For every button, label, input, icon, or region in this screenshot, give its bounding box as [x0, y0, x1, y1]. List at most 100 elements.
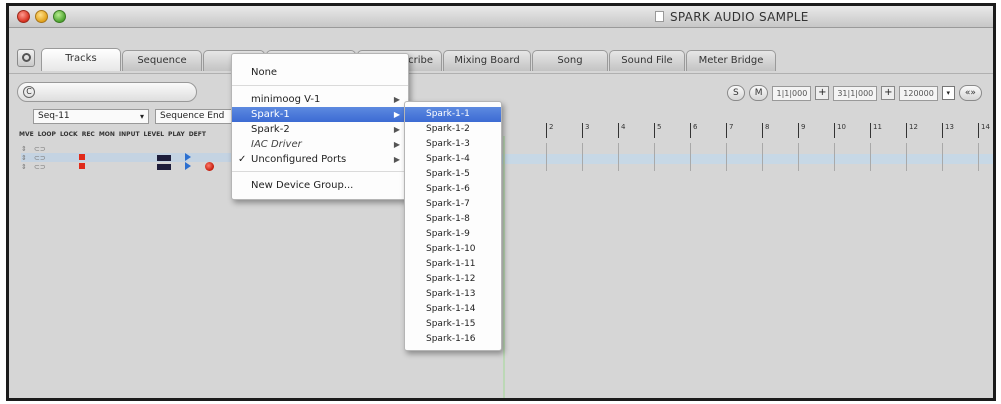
- menu-item-spark-1[interactable]: Spark-1 ▶: [232, 107, 408, 122]
- bar-gridline: [654, 143, 655, 171]
- end-time-field[interactable]: 31|1|000: [833, 85, 878, 101]
- ruler-tick: 10: [834, 123, 846, 138]
- track-lane[interactable]: [499, 164, 993, 174]
- menu-item-label: IAC Driver: [251, 139, 302, 150]
- start-time-field[interactable]: 1|1|000: [772, 85, 812, 101]
- track-row[interactable]: ⇕ ⊂⊃: [21, 144, 241, 153]
- bar-gridline: [906, 143, 907, 171]
- loop-icon[interactable]: ⊂⊃: [34, 163, 46, 171]
- minimize-window-icon[interactable]: [35, 10, 48, 23]
- menu-item-none[interactable]: None: [232, 65, 408, 80]
- submenu-item[interactable]: Spark-1-8: [405, 212, 501, 227]
- bar-gridline: [870, 143, 871, 171]
- track-search-field[interactable]: C: [17, 82, 197, 102]
- sync-button[interactable]: M: [748, 85, 769, 101]
- ruler-tick: 6: [690, 123, 697, 138]
- track-lane[interactable]: [499, 154, 993, 164]
- track-lane[interactable]: [499, 144, 993, 154]
- tempo-dropdown-icon[interactable]: ▾: [941, 86, 955, 100]
- record-enable-icon[interactable]: [79, 163, 85, 169]
- submenu-item[interactable]: Spark-1-9: [405, 227, 501, 242]
- submenu-item[interactable]: Spark-1-12: [405, 272, 501, 287]
- submenu-item[interactable]: Spark-1-15: [405, 317, 501, 332]
- tab-sequence[interactable]: Sequence: [122, 50, 202, 71]
- close-window-icon[interactable]: [17, 10, 30, 23]
- move-handle-icon[interactable]: ⇕: [21, 163, 27, 171]
- track-row[interactable]: ⇕ ⊂⊃: [21, 162, 241, 171]
- toolbar: C S M 1|1|000 + 31|1|000 + 120000 ▾ «»: [9, 73, 993, 102]
- document-icon: [655, 11, 664, 22]
- menu-item-iac-driver[interactable]: IAC Driver ▶: [232, 137, 408, 152]
- submenu-item[interactable]: Spark-1-6: [405, 182, 501, 197]
- solo-button[interactable]: S: [727, 85, 745, 101]
- screenshot-frame: SPARK AUDIO SAMPLE Tracks Sequence E Scr…: [6, 3, 996, 401]
- bar-gridline: [582, 143, 583, 171]
- menu-item-label: Spark-2: [251, 124, 290, 135]
- menu-item-spark-2[interactable]: Spark-2 ▶: [232, 122, 408, 137]
- tab-mixing-board[interactable]: Mixing Board: [443, 50, 531, 71]
- end-time-arrow-icon[interactable]: +: [881, 86, 896, 100]
- submenu-item[interactable]: Spark-1-14: [405, 302, 501, 317]
- menu-separator: [232, 85, 408, 86]
- ruler-tick: 11: [870, 123, 882, 138]
- view-options-button[interactable]: «»: [958, 85, 982, 101]
- submenu-item[interactable]: Spark-1-3: [405, 137, 501, 152]
- ruler-tick: 12: [906, 123, 918, 138]
- checkmark-icon: ✓: [238, 154, 247, 165]
- tab-sound-file[interactable]: Sound File: [609, 50, 685, 71]
- ruler-tick: 14: [978, 123, 990, 138]
- loop-icon[interactable]: ⊂⊃: [34, 145, 46, 153]
- menu-item-label: Spark-1: [251, 109, 290, 120]
- submenu-item[interactable]: Spark-1-16: [405, 332, 501, 347]
- submenu-item[interactable]: Spark-1-2: [405, 122, 501, 137]
- tab-tracks[interactable]: Tracks: [41, 48, 121, 71]
- tab-song[interactable]: Song: [532, 50, 608, 71]
- record-enable-icon[interactable]: [79, 154, 85, 160]
- device-menu: None minimoog V-1 ▶ Spark-1 ▶ Spark-2 ▶ …: [231, 53, 409, 200]
- loop-icon[interactable]: ⊂⊃: [34, 154, 46, 162]
- menu-item-label: minimoog V-1: [251, 94, 321, 105]
- bar-gridline: [834, 143, 835, 171]
- play-icon[interactable]: [185, 153, 191, 161]
- submenu-item[interactable]: Spark-1-13: [405, 287, 501, 302]
- ruler-tick: 7: [726, 123, 733, 138]
- tempo-field[interactable]: 120000: [899, 85, 938, 101]
- start-time-arrow-icon[interactable]: +: [815, 86, 830, 100]
- submenu-arrow-icon: ▶: [393, 125, 400, 134]
- bar-gridline: [618, 143, 619, 171]
- column-header: LEVEL: [143, 131, 165, 138]
- menu-item-minimoog[interactable]: minimoog V-1 ▶: [232, 92, 408, 107]
- column-header: LOOP: [37, 131, 56, 138]
- menu-item-label: New Device Group...: [251, 180, 354, 191]
- submenu-item[interactable]: Spark-1-5: [405, 167, 501, 182]
- bar-gridline: [762, 143, 763, 171]
- move-handle-icon[interactable]: ⇕: [21, 154, 27, 162]
- sequence-end-button[interactable]: Sequence End: [155, 109, 235, 124]
- bar-gridline: [798, 143, 799, 171]
- tab-meter-bridge[interactable]: Meter Bridge: [686, 50, 776, 71]
- submenu-item[interactable]: Spark-1-11: [405, 257, 501, 272]
- level-meter: [157, 155, 171, 161]
- bar-gridline: [546, 143, 547, 171]
- level-meter: [157, 164, 171, 170]
- track-row[interactable]: ⇕ ⊂⊃: [21, 153, 241, 162]
- timeline[interactable]: 2 3 4 5 6 7 8 9 10 11 12 13 14: [499, 118, 993, 398]
- column-header: MVE: [19, 131, 34, 138]
- bar-gridline: [690, 143, 691, 171]
- submenu-item[interactable]: Spark-1-1: [405, 107, 501, 122]
- record-icon[interactable]: [205, 162, 214, 171]
- menu-item-new-device-group[interactable]: New Device Group...: [232, 178, 408, 193]
- submenu-item[interactable]: Spark-1-7: [405, 197, 501, 212]
- move-handle-icon[interactable]: ⇕: [21, 145, 27, 153]
- playhead-line: [503, 136, 505, 398]
- zoom-window-icon[interactable]: [53, 10, 66, 23]
- submenu-item[interactable]: Spark-1-4: [405, 152, 501, 167]
- sequence-selector[interactable]: Seq-11 ▾: [33, 109, 149, 124]
- track-column-headers: MVE LOOP LOCK REC MON INPUT LEVEL PLAY D…: [19, 131, 206, 141]
- play-icon[interactable]: [185, 162, 191, 170]
- bar-ruler[interactable]: 2 3 4 5 6 7 8 9 10 11 12 13 14: [499, 118, 993, 143]
- bar-gridline: [978, 143, 979, 171]
- window-options-button[interactable]: [17, 49, 35, 67]
- menu-item-unconfigured-ports[interactable]: ✓ Unconfigured Ports ▶: [232, 152, 408, 167]
- submenu-item[interactable]: Spark-1-10: [405, 242, 501, 257]
